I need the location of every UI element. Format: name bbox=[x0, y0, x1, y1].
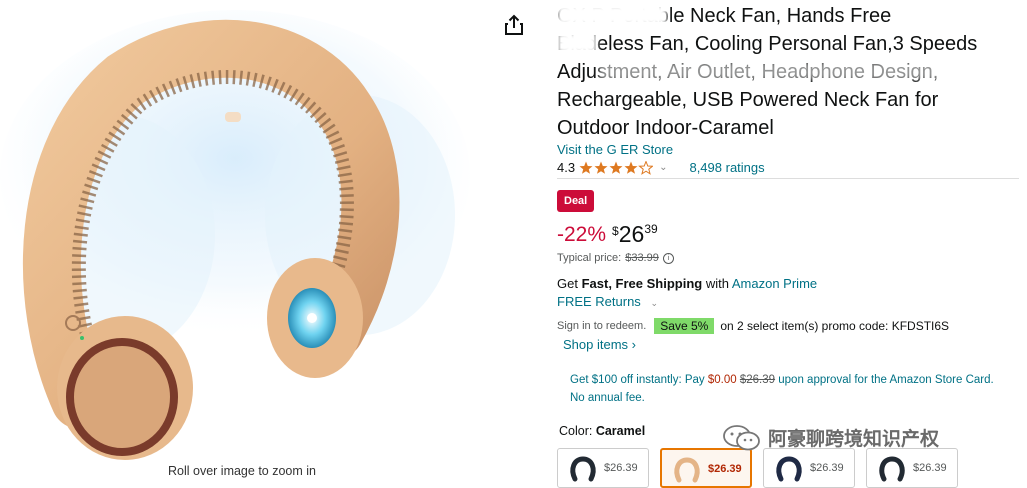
product-image[interactable] bbox=[0, 0, 470, 460]
shop-items-link[interactable]: Shop items › bbox=[563, 337, 636, 352]
color-label-row: Color: Caramel bbox=[559, 424, 645, 438]
info-icon[interactable]: i bbox=[662, 252, 674, 264]
star-rating[interactable] bbox=[579, 160, 654, 175]
redaction-mask bbox=[557, 4, 667, 26]
rating-row: 4.3 ⌄ 8,498 ratings bbox=[557, 160, 765, 175]
card-offer-pay[interactable]: $0.00 bbox=[708, 374, 737, 386]
shipping-with: with bbox=[705, 276, 729, 291]
swatch-price: $26.39 bbox=[604, 462, 638, 474]
deal-badge: Deal bbox=[557, 190, 595, 212]
swatch-price: $26.39 bbox=[708, 463, 742, 475]
free-returns-link[interactable]: FREE Returns ⌄ bbox=[557, 294, 658, 309]
typical-price-row: Typical price: $33.99 i bbox=[557, 252, 674, 264]
swatch-thumb-icon bbox=[570, 456, 596, 482]
color-value: Caramel bbox=[595, 424, 646, 438]
watermark: 阿豪聊跨境知识产权 bbox=[722, 424, 939, 451]
wechat-icon bbox=[723, 424, 760, 450]
price-row: -22% $ 26 39 bbox=[557, 220, 658, 250]
shipping-info: Get Fast, Free Shipping with Amazon Prim… bbox=[557, 276, 817, 291]
swatch-price: $26.39 bbox=[913, 462, 947, 474]
chevron-down-icon[interactable]: ⌄ bbox=[650, 298, 658, 308]
color-swatch-selected[interactable]: $26.39 bbox=[660, 448, 752, 488]
swatch-thumb-icon bbox=[674, 457, 700, 483]
shipping-get: Get bbox=[557, 276, 578, 291]
share-icon[interactable] bbox=[503, 13, 525, 37]
zoom-hint: Roll over image to zoom in bbox=[168, 464, 316, 478]
swatch-price: $26.39 bbox=[810, 462, 844, 474]
watermark-text: 阿豪聊跨境知识产权 bbox=[768, 429, 940, 450]
discount-percent: -22% bbox=[557, 223, 607, 246]
product-image-area[interactable]: Roll over image to zoom in bbox=[0, 0, 470, 483]
color-label: Color: bbox=[559, 424, 593, 438]
price-currency: $ bbox=[612, 224, 619, 238]
color-swatch[interactable]: $26.39 bbox=[763, 448, 855, 488]
price-whole: 26 bbox=[618, 221, 645, 247]
redaction-mask bbox=[557, 32, 597, 54]
swatch-thumb-icon bbox=[776, 456, 802, 482]
typical-price-label: Typical price: bbox=[557, 252, 622, 264]
typical-price-value: $33.99 bbox=[625, 252, 659, 264]
color-swatch[interactable]: $26.39 bbox=[866, 448, 958, 488]
divider bbox=[557, 178, 1019, 179]
shipping-fast-free: Fast, Free Shipping bbox=[581, 276, 703, 291]
chevron-down-icon[interactable]: ⌄ bbox=[659, 162, 667, 173]
promo-row: Sign in to redeem. Save 5% on 2 select i… bbox=[557, 318, 949, 334]
card-offer-strike[interactable]: $26.39 bbox=[740, 374, 775, 386]
card-offer-prefix[interactable]: Get $100 off instantly: Pay bbox=[570, 374, 705, 386]
store-card-offer[interactable]: Get $100 off instantly: Pay $0.00 $26.39… bbox=[570, 371, 1006, 407]
ratings-count-link[interactable]: 8,498 ratings bbox=[689, 160, 764, 175]
redaction-mask bbox=[599, 62, 1019, 80]
rating-value: 4.3 bbox=[557, 160, 576, 175]
promo-text: on 2 select item(s) promo code: KFDSTI6S bbox=[720, 319, 950, 333]
product-title-wrap: GX P Portable Neck Fan, Hands Free Blade… bbox=[557, 2, 1019, 142]
signin-to-redeem[interactable]: Sign in to redeem. bbox=[557, 320, 646, 332]
star-icon bbox=[579, 160, 654, 175]
free-returns-label[interactable]: FREE Returns bbox=[557, 294, 641, 309]
save-badge: Save 5% bbox=[654, 318, 715, 334]
swatch-thumb-icon bbox=[879, 456, 905, 482]
color-swatch[interactable]: $26.39 bbox=[557, 448, 649, 488]
amazon-prime-link[interactable]: Amazon Prime bbox=[732, 276, 817, 291]
price-fraction: 39 bbox=[644, 222, 658, 236]
store-link[interactable]: Visit the G ER Store bbox=[557, 142, 673, 157]
